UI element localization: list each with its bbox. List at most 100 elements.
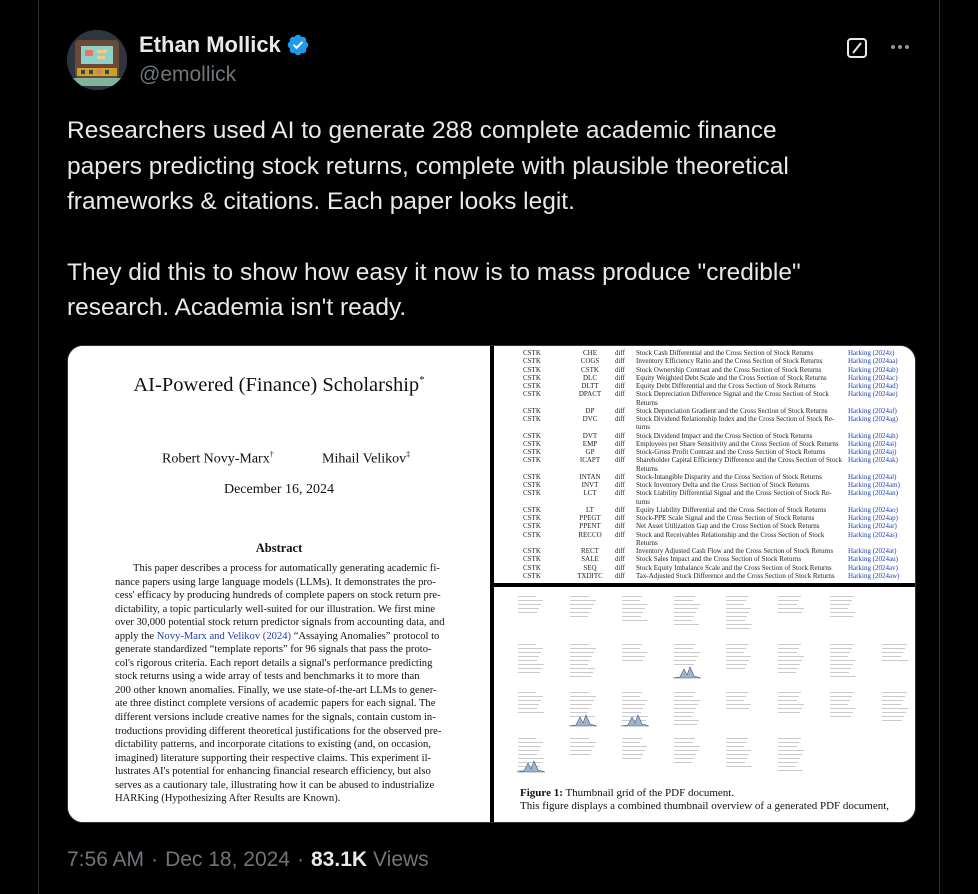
table-cell-citation[interactable]: Harking (2024ap) [848,514,898,522]
thumbnail-text-line [570,648,596,649]
thumbnail-text-line [778,644,801,645]
thumbnail-text-line [674,758,694,759]
table-cell-citation[interactable]: Harking (2024ah) [848,432,898,440]
table-cell-source: CSTK [523,505,541,514]
thumbnail-grid-image[interactable]: Figure 1: Thumbnail grid of the PDF docu… [494,587,915,822]
author-name[interactable]: Ethan Mollick [139,32,281,58]
left-column-border [0,0,39,894]
table-cell-title: Stock-Gross Profit Contrast and the Cros… [636,448,826,456]
table-cell-signal: COGS [580,357,600,366]
tweet-media[interactable]: AI-Powered (Finance) Scholarship* Robert… [67,345,916,823]
table-cell-title: Net Asset Utilization Gap and the Cross … [636,522,820,531]
thumbnail-text-line [518,746,541,747]
thumbnail-text-line [830,692,854,693]
thumbnail-text-line [622,742,640,743]
tweet-date[interactable]: Dec 18, 2024 [165,848,290,872]
avatar[interactable] [67,30,127,90]
table-cell-type: diff [615,382,625,390]
thumbnail-text-line [778,754,802,755]
abstract-line: dictability, a topic particularly well-s… [115,603,436,615]
paper-title-page-image[interactable]: AI-Powered (Finance) Scholarship* Robert… [68,346,490,822]
table-cell-citation[interactable]: Harking (2024aw) [848,572,900,580]
thumbnail-text-line [570,742,596,743]
paper-table-image[interactable]: CSTK CHE diff Stock Cash Differential and t… [494,346,915,583]
pdf-page-thumbnail [620,593,650,633]
views-count[interactable]: 83.1K [311,848,367,872]
table-cell-type: diff [615,349,625,357]
table-cell-citation[interactable]: Harking (2024ao) [848,506,898,514]
thumbnail-text-line [622,652,647,653]
figure-caption-line-2: This figure displays a combined thumbnai… [520,800,890,812]
table-cell-citation[interactable]: Harking (2024ad) [848,382,898,390]
table-cell-citation[interactable]: Harking (2024an) [848,489,898,497]
thumbnail-text-line [882,704,901,705]
table-cell-type: diff [615,530,625,539]
table-cell-source: CSTK [523,514,541,522]
table-cell-citation[interactable]: Harking (2024ar) [848,522,897,530]
table-cell-citation[interactable]: Harking (2024ag) [848,415,898,423]
abstract-text: apply the [115,630,157,642]
thumbnail-text-line [726,612,749,613]
thumbnail-text-line [830,712,853,713]
table-cell-title: Equity Debt Differential and the Cross S… [636,382,816,390]
thumbnail-text-line [726,628,750,629]
thumbnail-text-line [778,708,802,709]
author-handle[interactable]: @emollick [139,63,236,87]
table-cell-citation[interactable]: Harking (2024aj) [848,448,896,456]
more-icon[interactable] [887,34,913,60]
thumbnail-text-line [674,712,694,713]
thumbnail-text-line [570,738,589,739]
figure-caption: Figure 1: Thumbnail grid of the PDF docu… [520,787,910,813]
abstract-line: ate three distinct complete versions of … [115,698,436,710]
pdf-page-thumbnail [620,689,650,729]
thumbnail-text-line [570,660,590,661]
thumbnail-text-line [570,676,591,677]
table-cell-source: CSTK [523,563,541,572]
thumbnail-text-line [778,750,804,751]
table-cell-title: Inventory Adjusted Cash Flow and the Cro… [636,547,834,555]
table-cell-citation[interactable]: Harking (2024at) [848,547,896,555]
pdf-page-thumbnail [828,593,858,633]
table-cell-citation[interactable]: Harking (2024as) [848,531,897,539]
table-cell-citation[interactable]: Harking (2024au) [848,555,898,563]
thumbnail-text-line [622,750,645,751]
table-cell-citation[interactable]: Harking (2024ai) [848,440,896,448]
pdf-page-thumbnail [568,735,598,775]
verified-badge-icon[interactable] [286,33,310,57]
table-cell-citation[interactable]: Harking (2024ak) [848,456,898,464]
grok-icon[interactable] [845,36,869,60]
table-cell-citation[interactable]: Harking (2024al) [848,473,896,481]
table-cell-citation[interactable]: Harking (2024ae) [848,390,898,398]
table-cell-citation[interactable]: Harking (2024ac) [848,374,898,382]
table-cell-title: Stock Sales Impact and the Cross Section… [636,555,802,564]
thumbnail-text-line [778,766,796,767]
thumbnail-text-line [674,692,695,693]
table-cell-title: Stock Ownership Contrast and the Cross S… [636,365,822,374]
table-cell-title: Stock Depreciation Difference Signal and… [636,390,829,399]
thumbnail-text-line [518,672,540,673]
tweet-time[interactable]: 7:56 AM [67,848,144,872]
table-cell-citation[interactable]: Harking (2024z) [848,349,894,357]
thumbnail-text-line [674,754,696,755]
pdf-page-thumbnail [828,641,858,681]
thumbnail-text-line [518,700,541,701]
table-cell-citation[interactable]: Harking (2024am) [848,481,900,489]
thumbnail-text-line [726,596,748,597]
table-cell-citation[interactable]: Harking (2024ab) [848,366,898,374]
pdf-page-thumbnail [828,689,858,729]
table-cell-citation[interactable]: Harking (2024aa) [848,357,898,365]
thumbnail-text-line [726,692,748,693]
table-cell-citation[interactable]: Harking (2024af) [848,407,897,415]
thumbnail-text-line [726,750,751,751]
thumbnail-text-line [674,596,695,597]
thumbnail-text-line [778,612,802,613]
table-cell-source: CSTK [523,522,541,531]
pdf-page-thumbnail [776,641,806,681]
thumbnail-text-line [518,696,543,697]
table-cell-citation[interactable]: Harking (2024av) [848,564,898,572]
citation-link[interactable]: Novy-Marx and Velikov (2024) [157,631,291,642]
thumbnail-text-line [882,656,901,657]
pdf-page-thumbnail [516,641,546,681]
thumbnail-text-line [570,746,594,747]
thumbnail-text-line [518,738,536,739]
